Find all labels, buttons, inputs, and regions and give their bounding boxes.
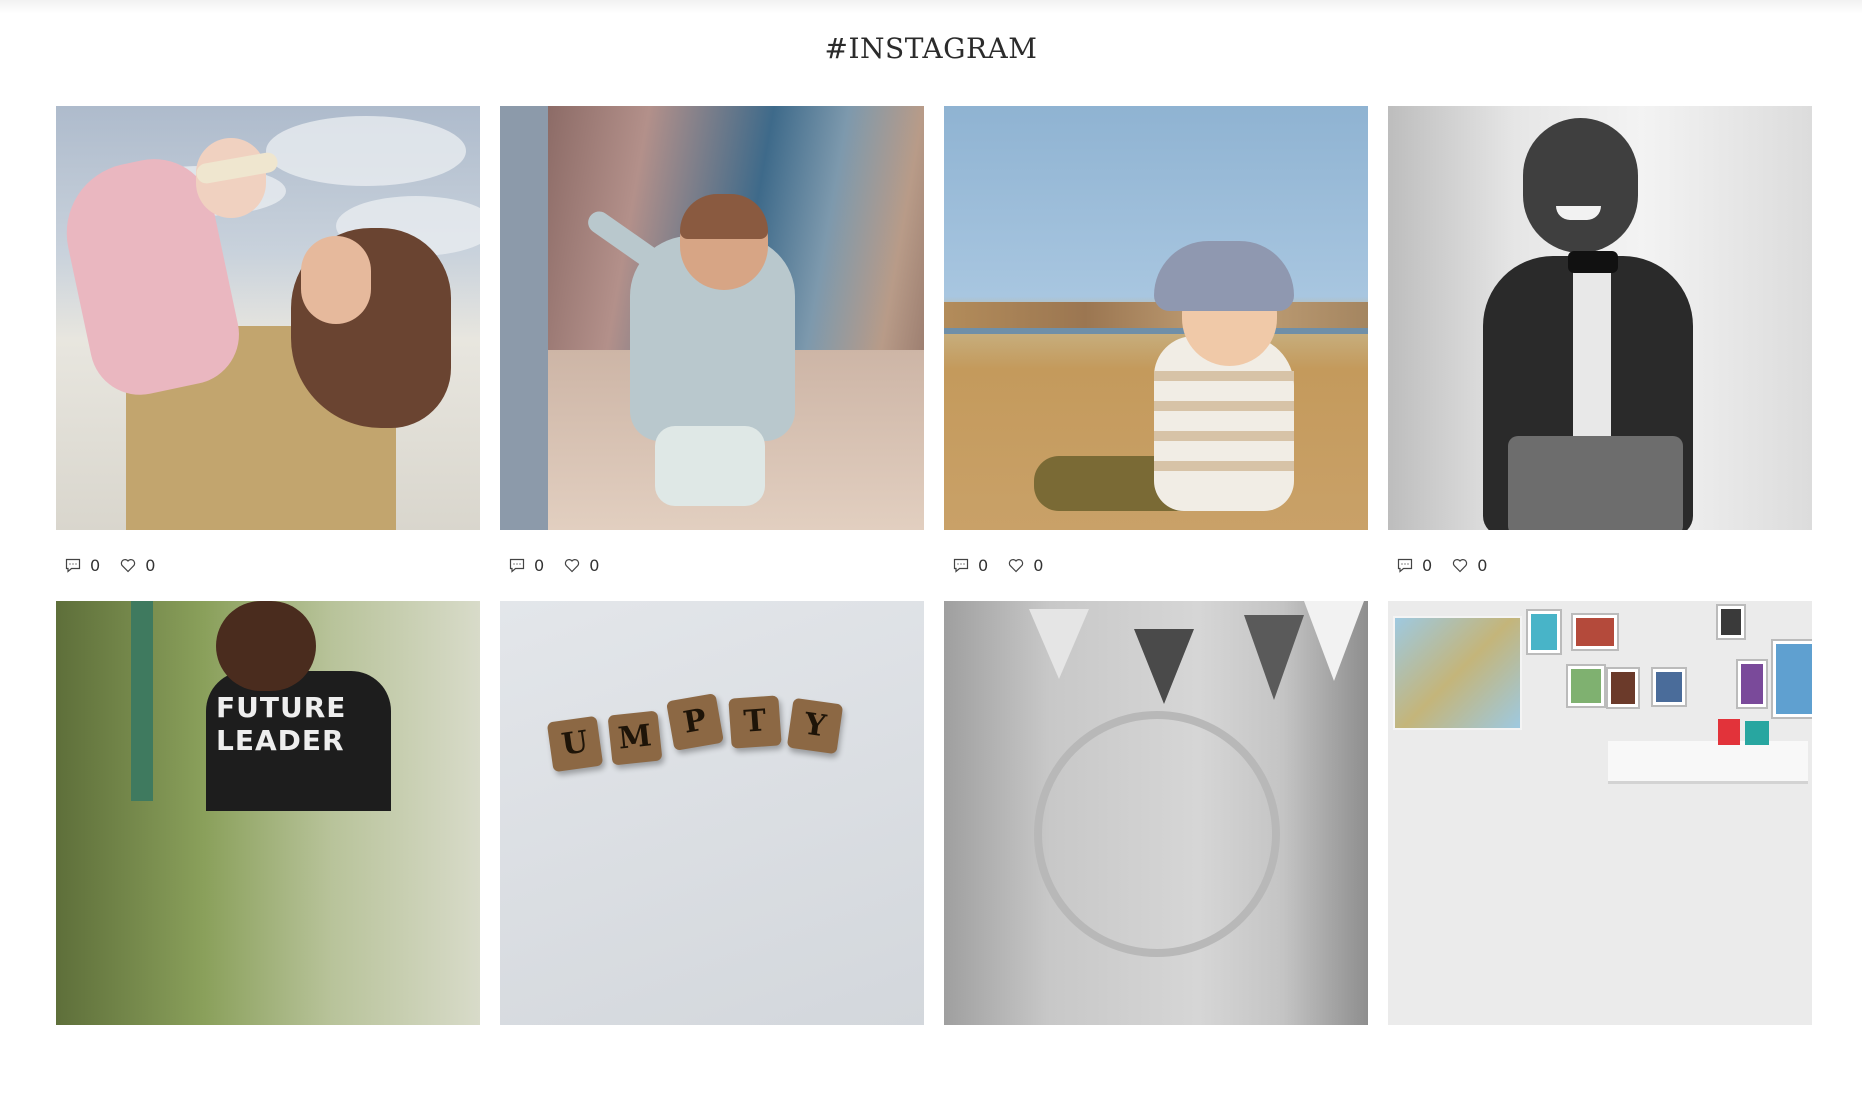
heart-icon [565, 559, 580, 573]
likes-count[interactable]: 0 [1008, 556, 1043, 575]
comments-count[interactable]: 0 [953, 556, 988, 575]
comment-icon [509, 558, 525, 573]
scrabble-tile: U [546, 715, 604, 773]
likes-count[interactable]: 0 [564, 556, 599, 575]
comment-icon [1397, 558, 1413, 573]
comments-count[interactable]: 0 [509, 556, 544, 575]
scrabble-tile: Y [786, 697, 844, 755]
instagram-post[interactable] [944, 601, 1368, 1096]
post-meta: 0 0 [944, 530, 1368, 601]
post-image-toddler-walking[interactable] [500, 106, 924, 530]
scrabble-tile: M [607, 710, 663, 766]
heart-icon [121, 559, 136, 573]
comment-icon [65, 558, 81, 573]
post-image-boy-bow-tie[interactable] [1388, 106, 1812, 530]
comments-value: 0 [1422, 556, 1433, 575]
post-image-scrabble-tiles[interactable]: U M P T Y [500, 601, 924, 1025]
post-meta: 0 0 [1388, 530, 1812, 601]
scrabble-tile: T [728, 695, 782, 749]
comments-value: 0 [90, 556, 101, 575]
comments-value: 0 [534, 556, 545, 575]
likes-value: 0 [589, 556, 600, 575]
instagram-post[interactable]: 0 0 [944, 106, 1368, 601]
shirt-print: FUTURE LEADER [216, 691, 347, 757]
instagram-post[interactable]: FUTURE LEADER [56, 601, 480, 1096]
likes-value: 0 [1033, 556, 1044, 575]
post-meta: 0 0 [500, 530, 924, 601]
comments-count[interactable]: 0 [1397, 556, 1432, 575]
comments-value: 0 [978, 556, 989, 575]
instagram-post[interactable]: 0 0 [1388, 106, 1812, 601]
post-image-bunting-decor[interactable] [944, 601, 1368, 1025]
scrabble-tile: P [666, 693, 724, 751]
instagram-post[interactable]: 0 0 [500, 106, 924, 601]
likes-count[interactable]: 0 [1452, 556, 1487, 575]
post-image-girl-future-leader[interactable]: FUTURE LEADER [56, 601, 480, 1025]
instagram-post[interactable]: U M P T Y [500, 601, 924, 1096]
post-meta: 0 0 [56, 530, 480, 601]
heart-icon [1009, 559, 1024, 573]
instagram-grid: 0 0 0 0 0 0 0 0 FUTURE LEADER U M P T Y [56, 106, 1812, 1096]
post-image-mother-and-baby[interactable] [56, 106, 480, 530]
post-image-kids-room[interactable] [1388, 601, 1812, 1025]
likes-value: 0 [1477, 556, 1488, 575]
comment-icon [953, 558, 969, 573]
comments-count[interactable]: 0 [65, 556, 100, 575]
header-shadow [0, 0, 1862, 14]
likes-value: 0 [145, 556, 156, 575]
instagram-post[interactable]: 0 0 [56, 106, 480, 601]
section-title: #INSTAGRAM [824, 32, 1038, 65]
likes-count[interactable]: 0 [120, 556, 155, 575]
heart-icon [1453, 559, 1468, 573]
post-image-baby-on-beach[interactable] [944, 106, 1368, 530]
instagram-post[interactable] [1388, 601, 1812, 1096]
